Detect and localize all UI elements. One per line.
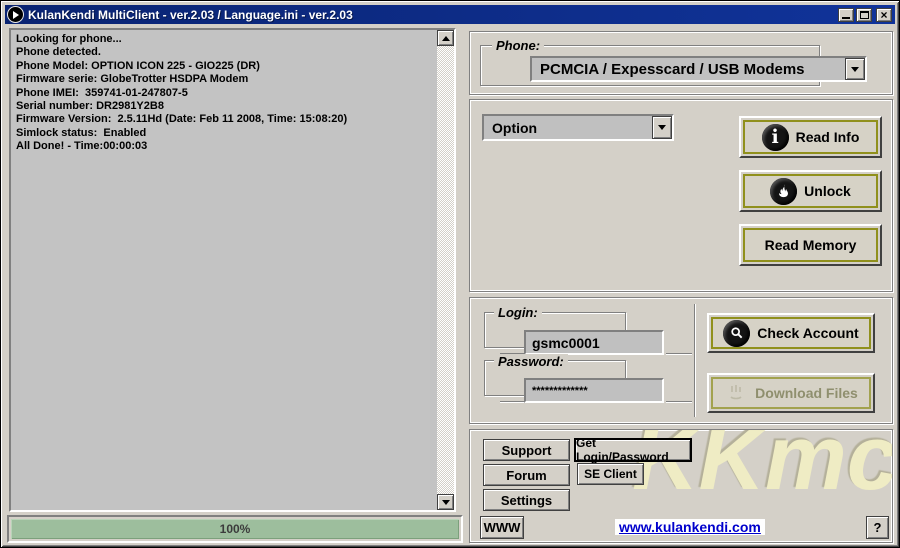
login-input[interactable] — [524, 330, 664, 355]
maximize-icon — [860, 11, 869, 19]
phone-label: Phone: — [492, 38, 544, 53]
password-label: Password: — [494, 354, 568, 369]
scroll-down-icon — [442, 500, 450, 505]
title-bar: KulanKendi MultiClient - ver.2.03 / Lang… — [5, 5, 895, 24]
www-button[interactable]: WWW — [480, 516, 524, 539]
app-play-icon — [8, 7, 23, 22]
forum-button[interactable]: Forum — [483, 464, 570, 486]
minimize-icon — [842, 17, 850, 19]
check-account-label: Check Account — [757, 325, 858, 341]
log-scrollbar[interactable] — [437, 30, 454, 510]
check-account-button[interactable]: Check Account — [707, 313, 875, 353]
phone-model-value: PCMCIA / Expesscard / USB Modems — [532, 61, 805, 78]
se-client-label: SE Client — [584, 467, 637, 481]
read-memory-label: Read Memory — [765, 237, 857, 253]
app-window: KulanKendi MultiClient - ver.2.03 / Lang… — [0, 0, 900, 548]
password-input[interactable] — [524, 378, 664, 403]
divider — [694, 304, 696, 417]
progress-fill: 100% — [11, 519, 459, 539]
close-button[interactable]: × — [876, 8, 892, 22]
progress-label: 100% — [220, 522, 251, 536]
flame-icon — [770, 178, 797, 205]
support-button[interactable]: Support — [483, 439, 570, 461]
settings-label: Settings — [501, 493, 552, 508]
phone-panel: Phone: PCMCIA / Expesscard / USB Modems — [469, 31, 893, 95]
log-line: Phone IMEI: 359741-01-247807-5 — [16, 87, 432, 100]
phone-model-select[interactable]: PCMCIA / Expesscard / USB Modems — [530, 56, 867, 82]
get-login-password-button[interactable]: Get Login/Password — [574, 438, 692, 462]
download-files-label: Download Files — [755, 385, 858, 401]
log-line: Phone Model: OPTION ICON 225 - GIO225 (D… — [16, 60, 432, 73]
read-memory-button[interactable]: Read Memory — [739, 224, 882, 266]
window-title: KulanKendi MultiClient - ver.2.03 / Lang… — [28, 8, 353, 22]
log-line: Firmware Version: 2.5.11Hd (Date: Feb 11… — [16, 113, 432, 126]
maximize-button[interactable] — [856, 8, 872, 22]
log-line: Firmware serie: GlobeTrotter HSDPA Modem — [16, 73, 432, 86]
help-label: ? — [874, 520, 882, 535]
phone-dropdown-button[interactable] — [845, 58, 865, 80]
minimize-button[interactable] — [838, 8, 854, 22]
unlock-button[interactable]: Unlock — [739, 170, 882, 212]
scroll-down-button[interactable] — [437, 494, 454, 510]
read-info-label: Read Info — [796, 129, 860, 145]
forum-label: Forum — [506, 468, 546, 483]
info-icon: i — [762, 124, 789, 151]
scroll-up-button[interactable] — [437, 30, 454, 46]
se-client-button[interactable]: SE Client — [577, 463, 644, 485]
help-button[interactable]: ? — [866, 516, 889, 539]
kulankendi-link[interactable]: www.kulankendi.com — [615, 519, 765, 535]
option-dropdown-button[interactable] — [652, 116, 672, 139]
log-line: Simlock status: Enabled — [16, 127, 432, 140]
log-line: Serial number: DR2981Y2B8 — [16, 100, 432, 113]
settings-button[interactable]: Settings — [483, 489, 570, 511]
option-value: Option — [484, 120, 537, 136]
option-select[interactable]: Option — [482, 114, 674, 141]
log-output: Looking for phone...Phone detected.Phone… — [9, 28, 456, 512]
scroll-up-icon — [442, 36, 450, 41]
login-label: Login: — [494, 305, 542, 320]
option-panel: Option i Read Info Unlock Read Memory — [469, 99, 893, 292]
progress-bar: 100% — [7, 515, 463, 543]
download-files-button: Download Files — [707, 373, 875, 413]
chevron-down-icon — [851, 67, 859, 72]
links-panel: KKmc Support Forum Settings Get Login/Pa… — [469, 429, 893, 543]
log-line: Phone detected. — [16, 46, 432, 59]
read-info-button[interactable]: i Read Info — [739, 116, 882, 158]
log-line: Looking for phone... — [16, 33, 432, 46]
download-icon — [724, 381, 748, 405]
magnifier-icon — [723, 320, 750, 347]
decor-line — [666, 353, 692, 355]
www-label: WWW — [484, 520, 521, 535]
get-login-password-label: Get Login/Password — [576, 436, 690, 464]
chevron-down-icon — [658, 125, 666, 130]
decor-line — [666, 401, 692, 403]
log-line: All Done! - Time:00:00:03 — [16, 140, 432, 153]
support-label: Support — [502, 443, 552, 458]
close-icon: × — [880, 10, 887, 20]
decor-line — [500, 401, 526, 403]
unlock-label: Unlock — [804, 183, 851, 199]
log-lines: Looking for phone...Phone detected.Phone… — [11, 30, 437, 510]
account-panel: Login: Password: Check Account Download … — [469, 297, 893, 424]
